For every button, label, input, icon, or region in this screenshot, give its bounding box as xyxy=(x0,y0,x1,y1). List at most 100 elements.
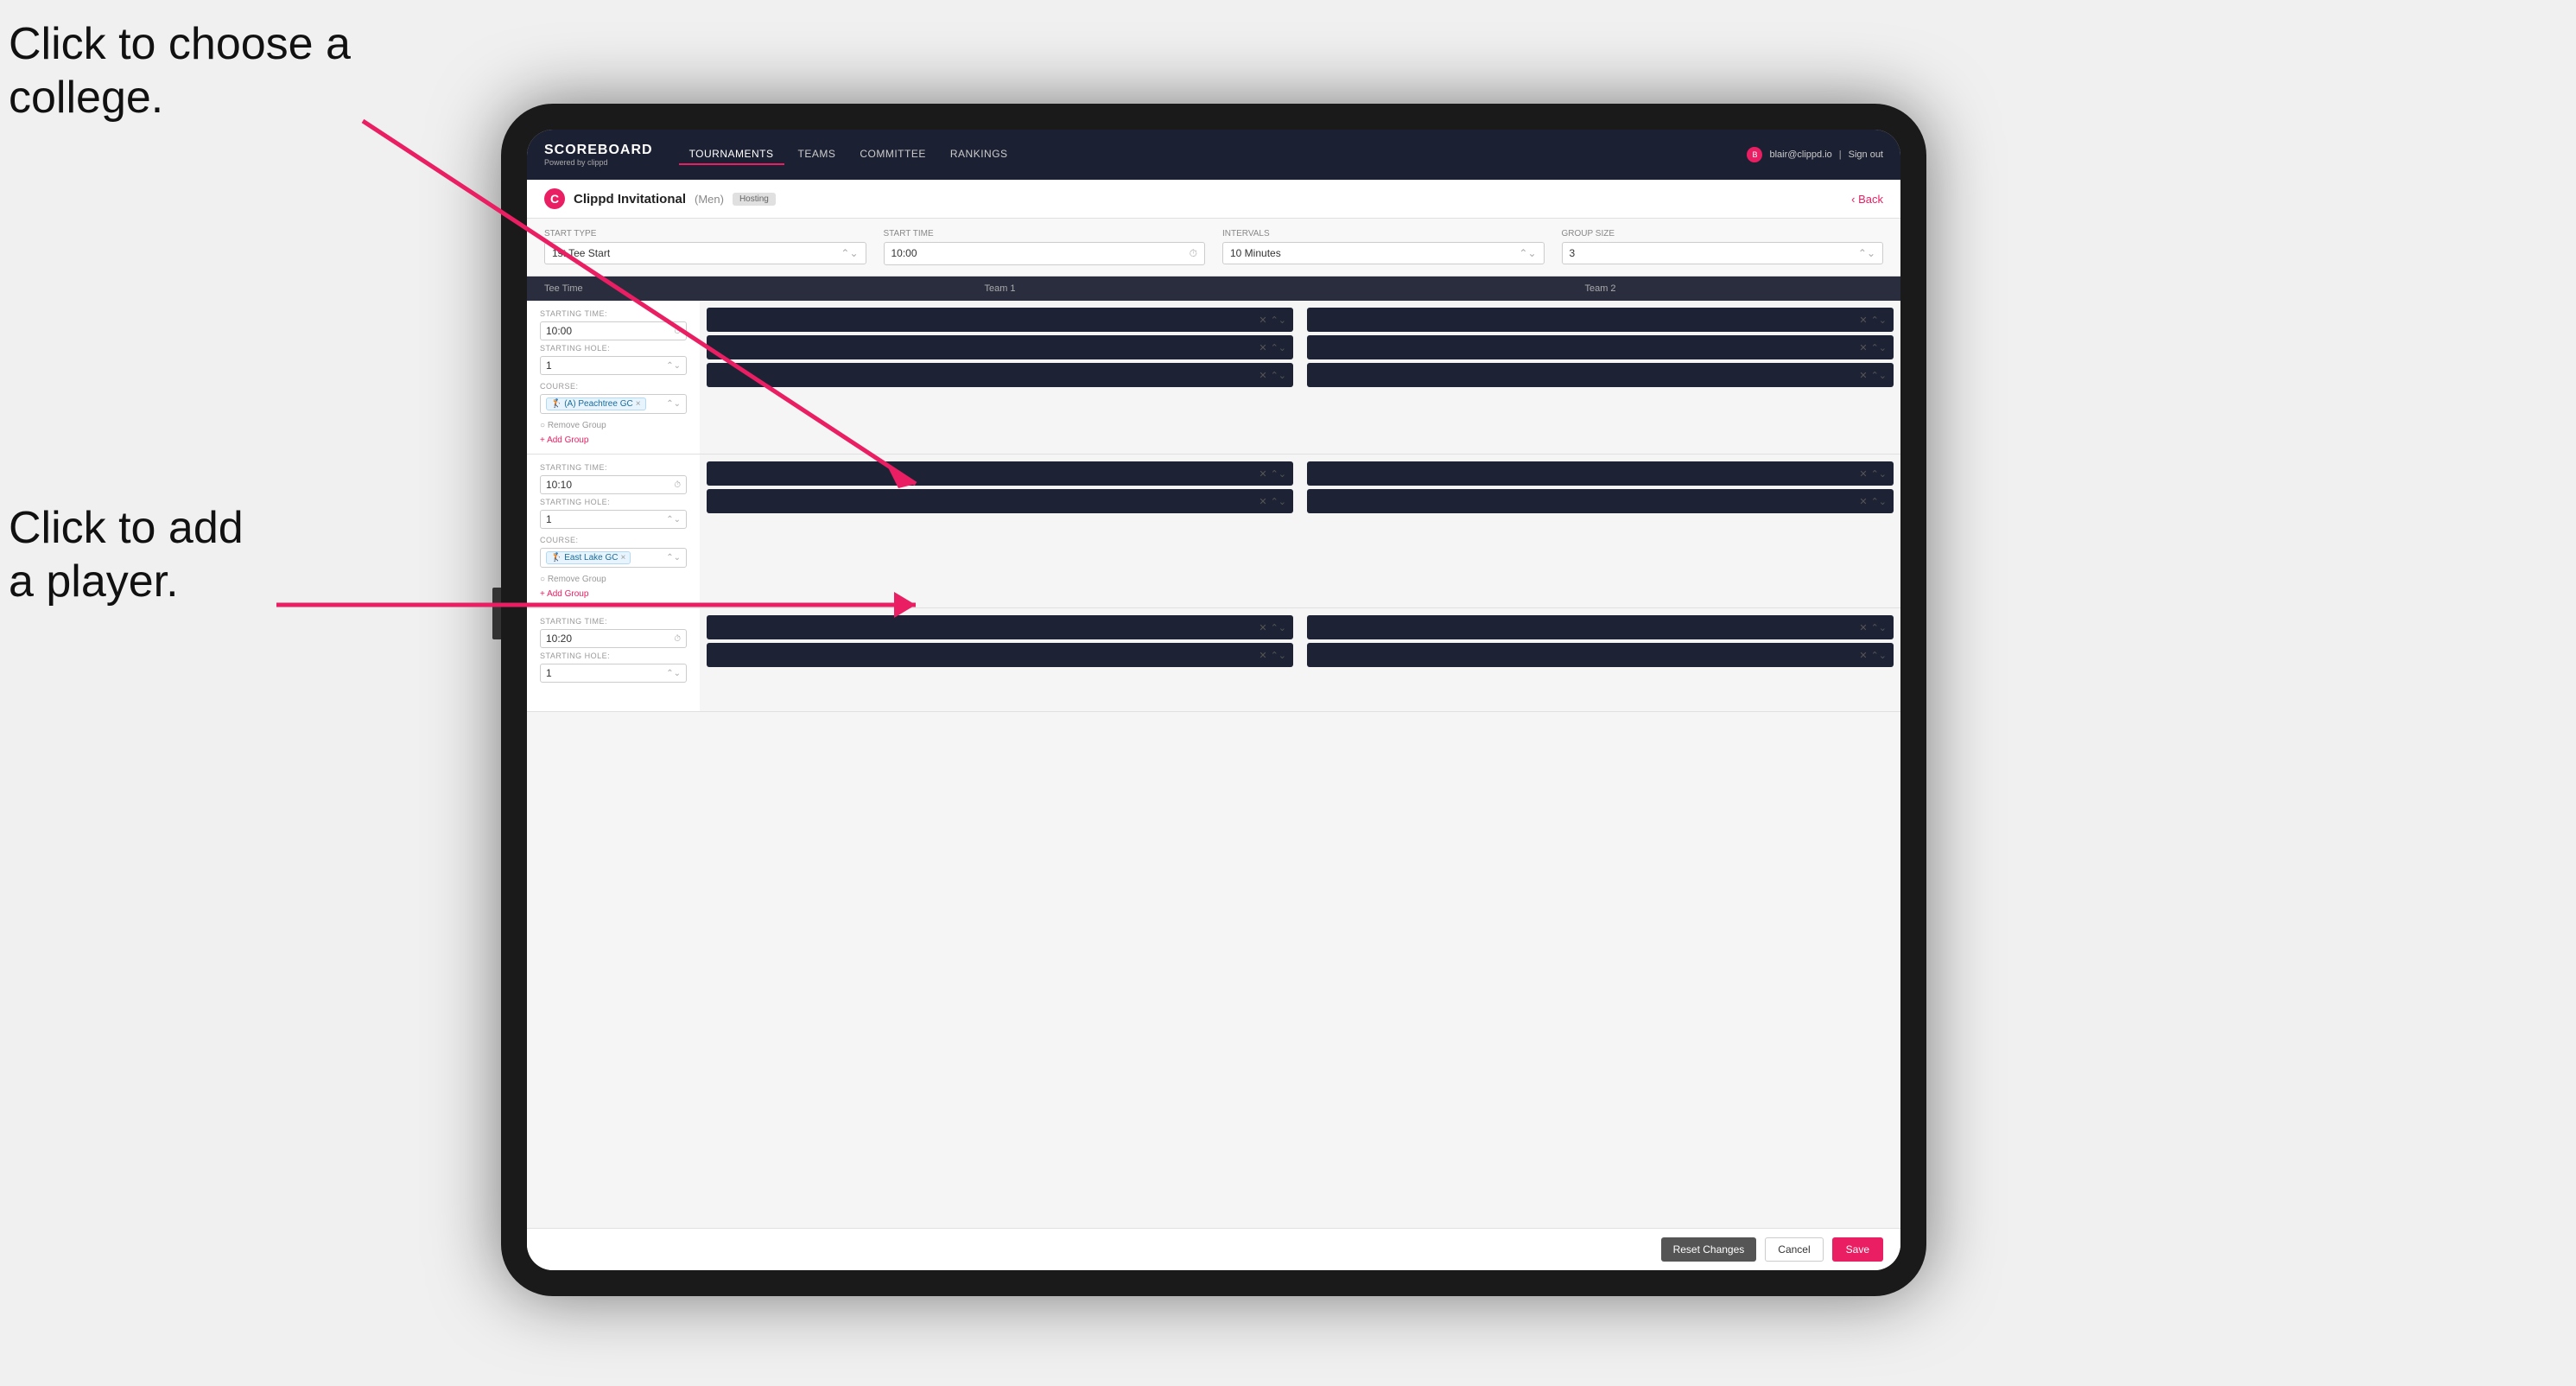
player-chevron-icon[interactable]: ⌃⌄ xyxy=(1271,342,1286,353)
player-x-icon[interactable]: ✕ xyxy=(1859,468,1867,480)
annotation-college: Click to choose a college. xyxy=(9,17,351,125)
group-size-select[interactable]: 3 ⌃⌄ xyxy=(1562,242,1884,264)
slot-3-team1: ✕ ⌃⌄ ✕ ⌃⌄ xyxy=(700,608,1300,711)
player-row[interactable]: ✕ ⌃⌄ xyxy=(707,308,1293,332)
slot-2-team2: ✕ ⌃⌄ ✕ ⌃⌄ xyxy=(1300,455,1900,607)
player-chevron-icon[interactable]: ⌃⌄ xyxy=(1271,370,1286,381)
slot-2-time-input[interactable]: 10:10⏱ xyxy=(540,475,687,494)
player-x-icon[interactable]: ✕ xyxy=(1259,622,1266,633)
tablet-side-button xyxy=(492,588,501,639)
player-row[interactable]: ✕ ⌃⌄ xyxy=(707,335,1293,359)
player-chevron-icon[interactable]: ⌃⌄ xyxy=(1871,468,1887,480)
player-x-icon[interactable]: ✕ xyxy=(1859,650,1867,661)
player-chevron-icon[interactable]: ⌃⌄ xyxy=(1871,370,1887,381)
sub-header-left: C Clippd Invitational (Men) Hosting xyxy=(544,188,776,209)
player-chevron-icon[interactable]: ⌃⌄ xyxy=(1271,496,1286,507)
player-row[interactable]: ✕ ⌃⌄ xyxy=(1307,335,1894,359)
intervals-select[interactable]: 10 Minutes ⌃⌄ xyxy=(1222,242,1545,264)
player-row[interactable]: ✕ ⌃⌄ xyxy=(707,615,1293,639)
slot-2-hole-label: STARTING HOLE: xyxy=(540,498,687,506)
player-chevron-icon[interactable]: ⌃⌄ xyxy=(1871,622,1887,633)
brand-sub: Powered by clippd xyxy=(544,158,653,167)
slot-1-time-input[interactable]: 10:00⏱ xyxy=(540,321,687,340)
player-row[interactable]: ✕ ⌃⌄ xyxy=(707,363,1293,387)
slot-3-time-input[interactable]: 10:20⏱ xyxy=(540,629,687,648)
tournament-title: Clippd Invitational xyxy=(574,192,686,207)
slot-1-course-select[interactable]: 🏌 (A) Peachtree GC × ⌃⌄ xyxy=(540,394,687,414)
player-row[interactable]: ✕ ⌃⌄ xyxy=(1307,489,1894,513)
start-time-label: Start Time xyxy=(884,229,1206,238)
start-type-label: Start Type xyxy=(544,229,866,238)
slot-2-course-remove[interactable]: × xyxy=(620,553,625,563)
slot-2-add-group[interactable]: + Add Group xyxy=(540,589,687,599)
player-row[interactable]: ✕ ⌃⌄ xyxy=(707,461,1293,486)
player-row[interactable]: ✕ ⌃⌄ xyxy=(1307,461,1894,486)
nav-link-rankings[interactable]: RANKINGS xyxy=(940,144,1018,165)
player-row[interactable]: ✕ ⌃⌄ xyxy=(1307,308,1894,332)
player-x-icon[interactable]: ✕ xyxy=(1859,370,1867,381)
form-section: Start Type 1st Tee Start ⌃⌄ Start Time 1… xyxy=(527,219,1900,277)
back-button[interactable]: ‹ Back xyxy=(1851,193,1883,206)
player-chevron-icon[interactable]: ⌃⌄ xyxy=(1271,650,1286,661)
slot-2-remove-group[interactable]: ○ Remove Group xyxy=(540,575,687,584)
slot-2-hole-select[interactable]: 1⌃⌄ xyxy=(540,510,687,529)
start-time-input[interactable]: 10:00 ⏱ xyxy=(884,242,1206,265)
player-chevron-icon[interactable]: ⌃⌄ xyxy=(1871,496,1887,507)
slot-3-time-label: STARTING TIME: xyxy=(540,617,687,626)
time-slot-3: STARTING TIME: 10:20⏱ STARTING HOLE: 1⌃⌄… xyxy=(527,608,1900,712)
player-chevron-icon[interactable]: ⌃⌄ xyxy=(1271,468,1286,480)
sub-header: C Clippd Invitational (Men) Hosting ‹ Ba… xyxy=(527,180,1900,219)
slot-1-add-group[interactable]: + Add Group xyxy=(540,436,687,445)
sign-out-link[interactable]: Sign out xyxy=(1849,149,1883,160)
slot-2-course-select[interactable]: 🏌 East Lake GC × ⌃⌄ xyxy=(540,548,687,568)
reset-button[interactable]: Reset Changes xyxy=(1661,1237,1757,1262)
brand-title: SCOREBOARD xyxy=(544,143,653,158)
slot-2-info: STARTING TIME: 10:10⏱ STARTING HOLE: 1⌃⌄… xyxy=(527,455,700,607)
nav-link-committee[interactable]: COMMITTEE xyxy=(849,144,936,165)
slot-2-time-label: STARTING TIME: xyxy=(540,463,687,472)
player-row[interactable]: ✕ ⌃⌄ xyxy=(1307,363,1894,387)
save-button[interactable]: Save xyxy=(1832,1237,1883,1262)
table-header: Tee Time Team 1 Team 2 xyxy=(527,277,1900,301)
cancel-button[interactable]: Cancel xyxy=(1765,1237,1823,1262)
player-x-icon[interactable]: ✕ xyxy=(1859,622,1867,633)
start-type-select[interactable]: 1st Tee Start ⌃⌄ xyxy=(544,242,866,264)
slot-1-hole-label: STARTING HOLE: xyxy=(540,344,687,353)
nav-link-tournaments[interactable]: TOURNAMENTS xyxy=(679,144,784,165)
player-chevron-icon[interactable]: ⌃⌄ xyxy=(1871,315,1887,326)
player-x-icon[interactable]: ✕ xyxy=(1259,315,1266,326)
player-x-icon[interactable]: ✕ xyxy=(1259,370,1266,381)
time-slot-2: STARTING TIME: 10:10⏱ STARTING HOLE: 1⌃⌄… xyxy=(527,455,1900,608)
nav-links: TOURNAMENTS TEAMS COMMITTEE RANKINGS xyxy=(679,144,1748,165)
intervals-group: Intervals 10 Minutes ⌃⌄ xyxy=(1222,229,1545,265)
player-x-icon[interactable]: ✕ xyxy=(1259,650,1266,661)
slot-1-course-label: COURSE: xyxy=(540,382,687,391)
slot-1-remove-group[interactable]: ○ Remove Group xyxy=(540,421,687,430)
slot-1-hole-select[interactable]: 1⌃⌄ xyxy=(540,356,687,375)
nav-link-teams[interactable]: TEAMS xyxy=(788,144,847,165)
player-chevron-icon[interactable]: ⌃⌄ xyxy=(1271,622,1286,633)
player-x-icon[interactable]: ✕ xyxy=(1259,342,1266,353)
player-x-icon[interactable]: ✕ xyxy=(1259,468,1266,480)
slot-1-course-remove[interactable]: × xyxy=(636,399,641,409)
user-email: blair@clippd.io xyxy=(1769,149,1831,160)
player-x-icon[interactable]: ✕ xyxy=(1859,315,1867,326)
player-chevron-icon[interactable]: ⌃⌄ xyxy=(1871,342,1887,353)
table-body[interactable]: STARTING TIME: 10:00⏱ STARTING HOLE: 1⌃⌄… xyxy=(527,301,1900,1228)
player-x-icon[interactable]: ✕ xyxy=(1859,496,1867,507)
user-avatar: B xyxy=(1747,147,1762,162)
player-row[interactable]: ✕ ⌃⌄ xyxy=(1307,615,1894,639)
player-x-icon[interactable]: ✕ xyxy=(1859,342,1867,353)
player-row[interactable]: ✕ ⌃⌄ xyxy=(1307,643,1894,667)
player-chevron-icon[interactable]: ⌃⌄ xyxy=(1271,315,1286,326)
th-team2: Team 2 xyxy=(1300,283,1900,294)
slot-3-hole-select[interactable]: 1⌃⌄ xyxy=(540,664,687,683)
player-x-icon[interactable]: ✕ xyxy=(1259,496,1266,507)
time-slot-1: STARTING TIME: 10:00⏱ STARTING HOLE: 1⌃⌄… xyxy=(527,301,1900,455)
slot-2-team1: ✕ ⌃⌄ ✕ ⌃⌄ xyxy=(700,455,1300,607)
player-row[interactable]: ✕ ⌃⌄ xyxy=(707,643,1293,667)
tablet-screen: SCOREBOARD Powered by clippd TOURNAMENTS… xyxy=(527,130,1900,1270)
player-chevron-icon[interactable]: ⌃⌄ xyxy=(1871,650,1887,661)
slot-3-team2: ✕ ⌃⌄ ✕ ⌃⌄ xyxy=(1300,608,1900,711)
player-row[interactable]: ✕ ⌃⌄ xyxy=(707,489,1293,513)
